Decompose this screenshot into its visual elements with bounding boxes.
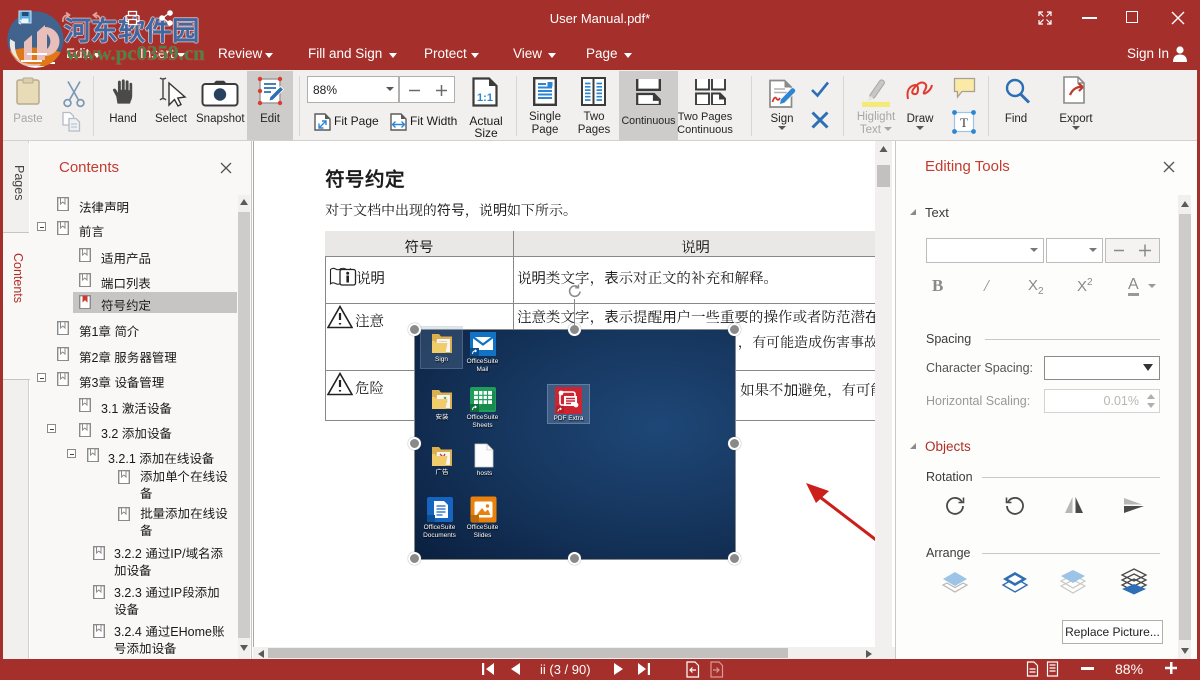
svg-text:1:1: 1:1 — [477, 92, 493, 104]
svg-text:T: T — [960, 115, 968, 130]
